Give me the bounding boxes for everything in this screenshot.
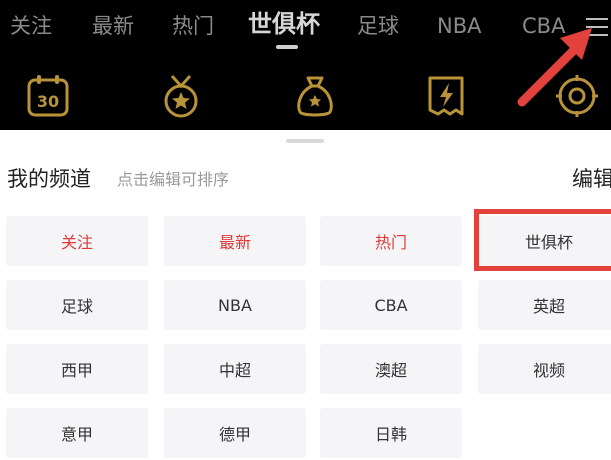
sort-hint: 点击编辑可排序 — [117, 170, 230, 189]
channel-chip[interactable]: 中超 — [164, 344, 306, 394]
my-channels-title: 我的频道 — [7, 167, 91, 191]
channel-chip[interactable]: 视频 — [478, 344, 611, 394]
svg-text:30: 30 — [37, 92, 59, 111]
tab-football[interactable]: 足球 — [357, 11, 399, 41]
tab-follow[interactable]: 关注 — [10, 11, 52, 41]
edit-button[interactable]: 编辑 — [572, 164, 611, 194]
channel-chip[interactable]: 英超 — [478, 280, 611, 330]
channel-chip[interactable]: 足球 — [6, 280, 148, 330]
sheet-drag-handle[interactable] — [286, 139, 324, 143]
channel-sheet: 我的频道 点击编辑可排序 编辑 关注 最新 热门 世俱杯 足球 NBA CBA … — [0, 130, 611, 460]
annotation-arrow-icon — [517, 28, 592, 107]
channel-chip[interactable]: CBA — [320, 280, 462, 330]
channel-chip[interactable]: 最新 — [164, 216, 306, 266]
channel-chip[interactable]: 德甲 — [164, 408, 306, 458]
tab-hot[interactable]: 热门 — [172, 11, 214, 41]
money-bag-icon[interactable] — [291, 72, 339, 120]
active-tab-indicator — [276, 45, 298, 49]
tab-nba[interactable]: NBA — [437, 11, 481, 41]
tab-latest[interactable]: 最新 — [92, 11, 134, 41]
calendar-30-icon[interactable]: 30 — [24, 72, 72, 120]
channel-chip[interactable]: 日韩 — [320, 408, 462, 458]
channel-chip[interactable]: 关注 — [6, 216, 148, 266]
tab-club-world-cup[interactable]: 世俱杯 — [248, 9, 320, 39]
medal-star-icon[interactable] — [157, 72, 205, 120]
channel-chip[interactable]: 澳超 — [320, 344, 462, 394]
channel-chip[interactable]: 意甲 — [6, 408, 148, 458]
channel-chip[interactable]: NBA — [164, 280, 306, 330]
channel-chip[interactable]: 西甲 — [6, 344, 148, 394]
lightning-card-icon[interactable] — [422, 72, 470, 120]
channel-chip[interactable]: 热门 — [320, 216, 462, 266]
annotation-highlight-box — [474, 209, 611, 271]
